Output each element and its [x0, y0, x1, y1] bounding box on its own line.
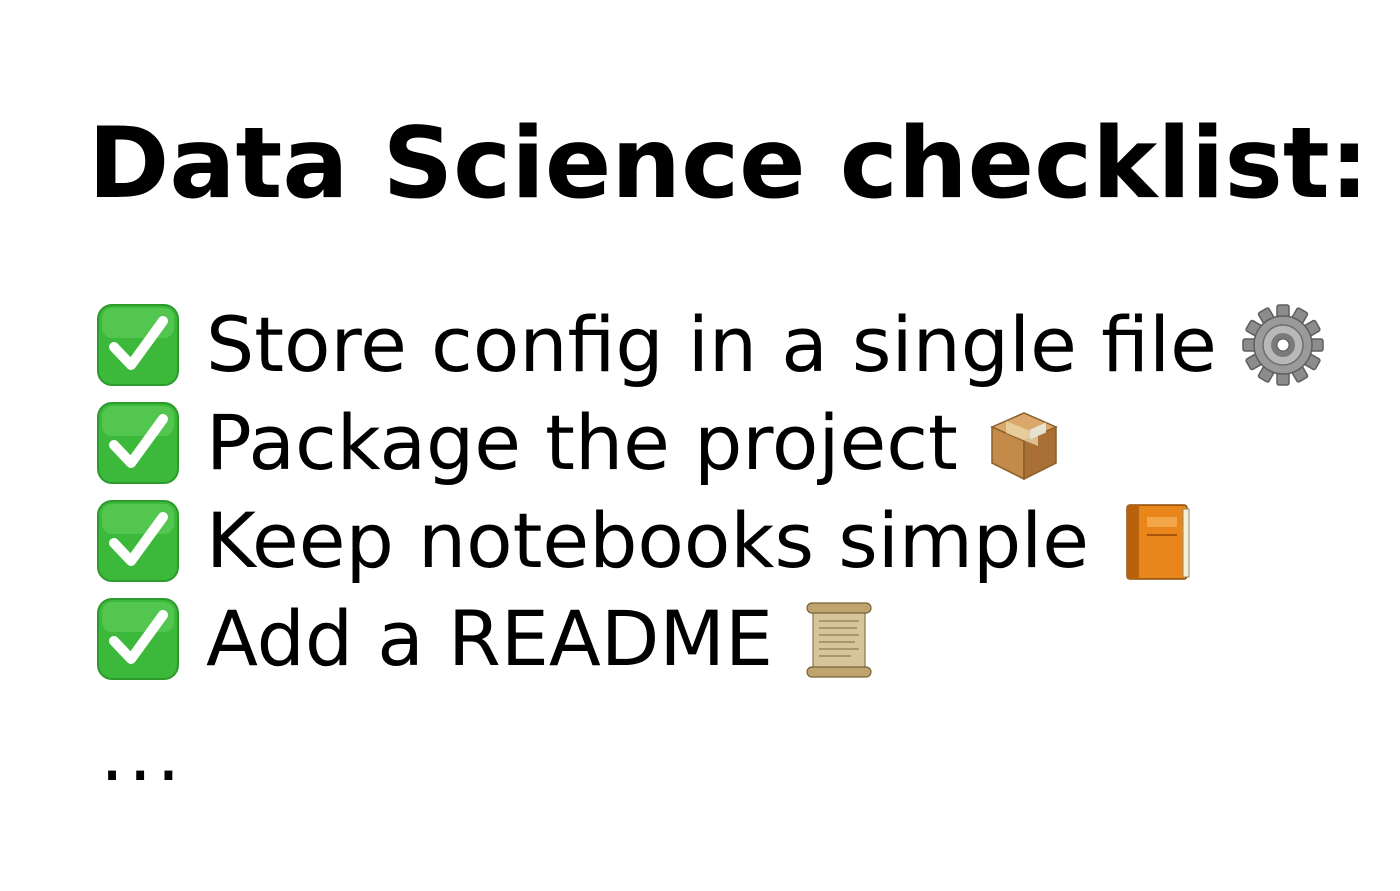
list-item-label: Keep notebooks simple [206, 496, 1090, 585]
list-item: Add a README [96, 590, 1325, 688]
scroll-icon [806, 602, 872, 678]
list-item-label: Store config in a single file [206, 300, 1217, 389]
gear-icon [1242, 304, 1324, 386]
list-item-label: Package the project [206, 398, 958, 487]
checklist: Store config in a single file Package th… [96, 296, 1325, 688]
book-icon [1126, 504, 1190, 580]
checkmark-icon [97, 402, 179, 484]
checkmark-icon [97, 304, 179, 386]
list-item: Package the project [96, 394, 1325, 492]
page-title: Data Science checklist: [88, 107, 1369, 221]
ellipsis: ... [100, 709, 185, 798]
package-icon [989, 412, 1058, 481]
list-item: Keep notebooks simple [96, 492, 1325, 590]
list-item: Store config in a single file [96, 296, 1325, 394]
checkmark-icon [97, 500, 179, 582]
checkmark-icon [97, 598, 179, 680]
list-item-label: Add a README [206, 594, 773, 683]
